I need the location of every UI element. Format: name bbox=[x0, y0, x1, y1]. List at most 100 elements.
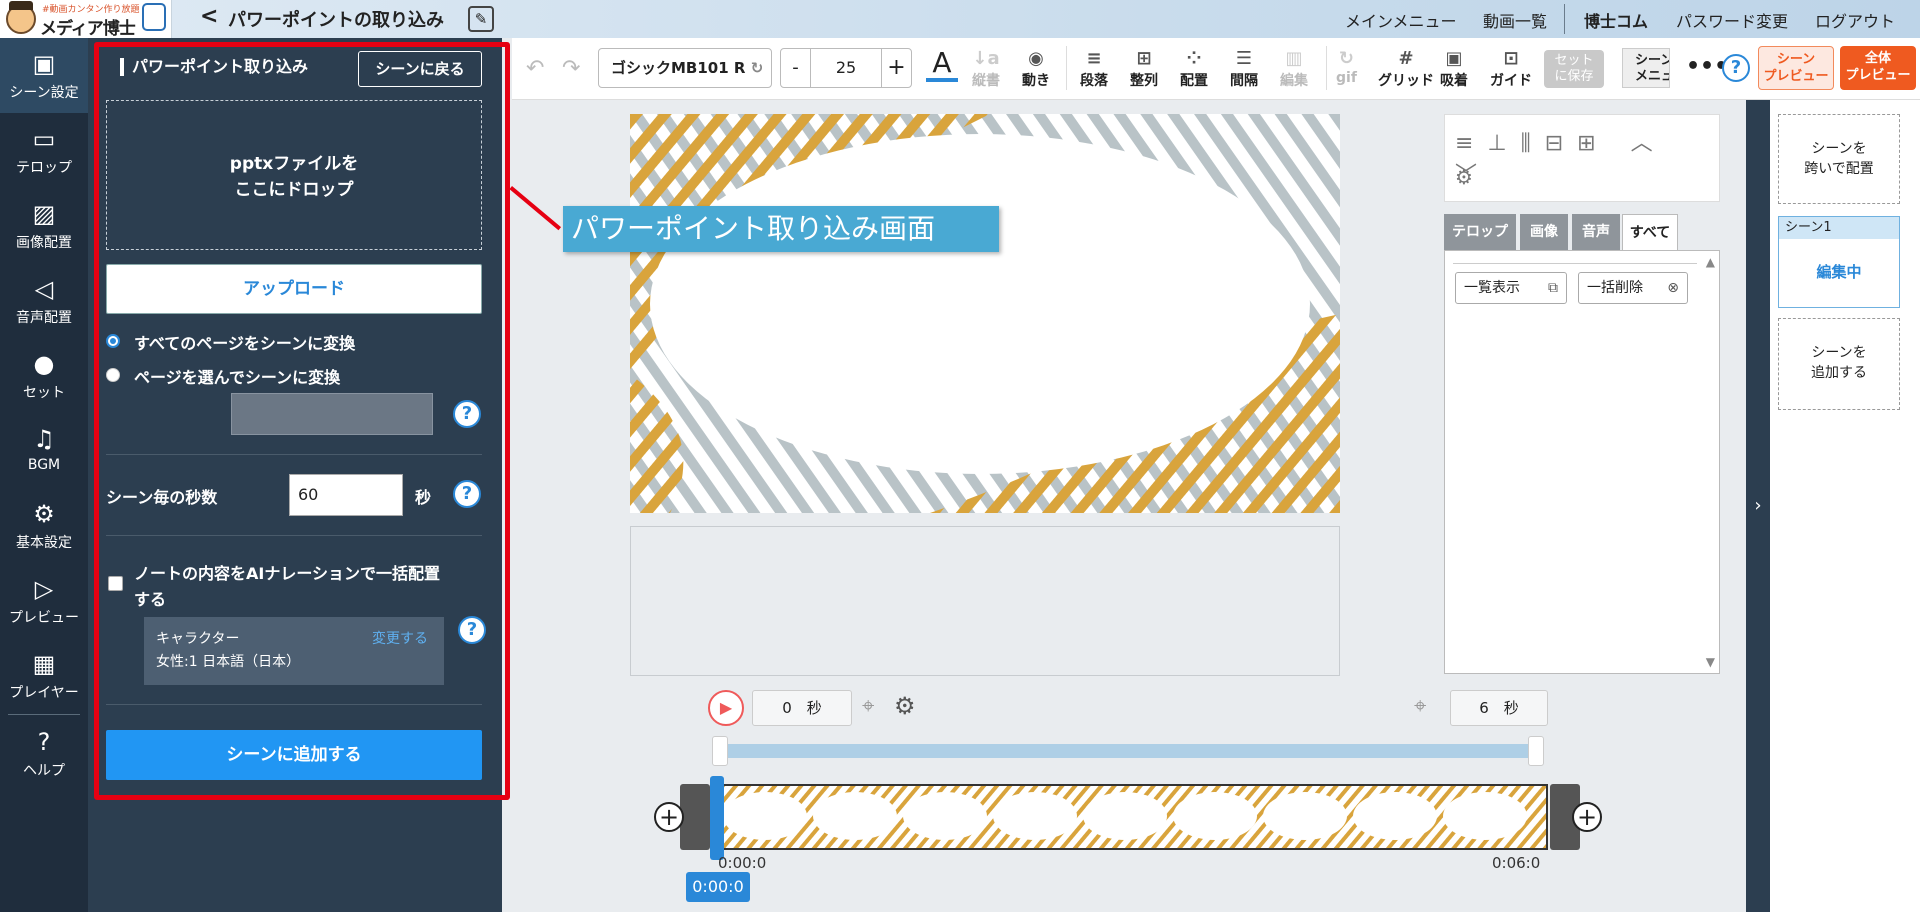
character-change-link[interactable]: 変更する bbox=[372, 628, 428, 648]
nav-password-change[interactable]: パスワード変更 bbox=[1676, 8, 1788, 32]
align-icons[interactable]: ≡⊥⫼⊟⊞ ︿ ﹀ bbox=[1455, 125, 1719, 189]
spacing-icon: ☰ bbox=[1235, 48, 1253, 69]
full-preview-button[interactable]: 全体 プレビュー bbox=[1840, 46, 1916, 90]
guide-button[interactable]: ⊡ ガイド bbox=[1490, 48, 1532, 90]
playhead[interactable] bbox=[710, 776, 724, 860]
nav-hakase-com[interactable]: 博士コム bbox=[1584, 8, 1648, 32]
add-left-icon[interactable]: + bbox=[654, 802, 684, 832]
ai-narration-label-1[interactable]: ノートの内容をAIナレーションで一括配置 bbox=[134, 560, 440, 584]
nav-video-list[interactable]: 動画一覧 bbox=[1483, 8, 1547, 32]
font-size-stepper[interactable]: - 25 + bbox=[780, 48, 912, 88]
edit-button[interactable]: ▥ 編集 bbox=[1280, 48, 1308, 90]
vertical-text-icon: ↓a bbox=[972, 48, 1000, 69]
range-start-handle[interactable] bbox=[712, 736, 728, 766]
page-select-input[interactable] bbox=[231, 393, 433, 435]
tab-image[interactable]: 画像 bbox=[1520, 214, 1568, 250]
font-size-value[interactable]: 25 bbox=[811, 49, 881, 87]
grid-button[interactable]: # グリッド bbox=[1378, 48, 1434, 90]
seconds-per-scene-label: シーン毎の秒数 bbox=[106, 488, 218, 507]
help-icon[interactable]: ? bbox=[453, 400, 481, 428]
sidebar-item-telop[interactable]: ▭ テロップ bbox=[0, 113, 88, 188]
pptx-drop-zone[interactable]: pptxファイルを ここにドロップ bbox=[106, 100, 482, 250]
font-select[interactable]: ゴシックMB101 R ↻ bbox=[598, 48, 772, 88]
external-link-icon: ⧉ bbox=[1548, 280, 1558, 296]
help-icon[interactable]: ? bbox=[458, 616, 486, 644]
tab-telop[interactable]: テロップ bbox=[1444, 214, 1516, 250]
tab-all[interactable]: すべて bbox=[1622, 214, 1678, 250]
filmstrip-left-handle[interactable] bbox=[680, 784, 710, 850]
sidebar-item-bgm[interactable]: ♫ BGM bbox=[0, 413, 88, 488]
end-time-box[interactable]: 6 秒 bbox=[1450, 690, 1548, 726]
radio-all-pages-label[interactable]: すべてのページをシーンに変換 bbox=[134, 330, 355, 354]
add-scene-button[interactable]: シーンを 追加する bbox=[1778, 318, 1900, 410]
sidebar-item-preview[interactable]: ▷ プレビュー bbox=[0, 563, 88, 638]
add-to-scene-button[interactable]: シーンに追加する bbox=[106, 730, 482, 780]
undo-icon[interactable]: ↶ bbox=[526, 56, 544, 81]
list-view-button[interactable]: 一覧表示 ⧉ bbox=[1455, 272, 1567, 304]
filmstrip[interactable] bbox=[718, 784, 1548, 850]
scene-preview-button[interactable]: シーン プレビュー bbox=[1758, 46, 1834, 90]
seconds-per-scene-input[interactable]: 60 bbox=[289, 474, 403, 516]
scroll-up-icon[interactable]: ▲ bbox=[1706, 255, 1715, 269]
vertical-text-button[interactable]: ↓a 縦書 bbox=[972, 48, 1000, 90]
radio-all-pages[interactable] bbox=[106, 334, 120, 348]
start-time-box[interactable]: 0 秒 bbox=[752, 690, 852, 726]
scene-card-1[interactable]: シーン1 編集中 bbox=[1778, 216, 1900, 308]
scene-card-label: シーン1 bbox=[1779, 217, 1899, 239]
scene-menu-button[interactable]: シーンメニュー bbox=[1622, 48, 1670, 88]
spacing-button[interactable]: ☰ 間隔 bbox=[1230, 48, 1258, 90]
back-chevron-icon[interactable]: < bbox=[200, 4, 224, 32]
arrange-button[interactable]: ⁘ 配置 bbox=[1180, 48, 1208, 90]
help-icon[interactable]: ? bbox=[1722, 54, 1750, 82]
timeline-range-bar[interactable] bbox=[722, 744, 1536, 758]
range-end-handle[interactable] bbox=[1528, 736, 1544, 766]
sidebar-item-basic-settings[interactable]: ⚙ 基本設定 bbox=[0, 488, 88, 563]
help-icon[interactable]: ? bbox=[453, 480, 481, 508]
nav-separator bbox=[1564, 4, 1565, 34]
align-button[interactable]: ⊞ 整列 bbox=[1130, 48, 1158, 90]
layer-list-panel: ▲ ▼ bbox=[1444, 250, 1720, 674]
nav-logout[interactable]: ログアウト bbox=[1815, 8, 1895, 32]
sidebar-item-scene-settings[interactable]: ▣ シーン設定 bbox=[0, 38, 88, 113]
filmstrip-thumbnails bbox=[720, 786, 1546, 848]
font-size-plus[interactable]: + bbox=[881, 49, 911, 87]
sidebar-item-image[interactable]: ▨ 画像配置 bbox=[0, 188, 88, 263]
paragraph-button[interactable]: ≡ 段落 bbox=[1080, 48, 1108, 90]
bulk-delete-button[interactable]: 一括削除 ⊗ bbox=[1578, 272, 1688, 304]
radio-select-pages[interactable] bbox=[106, 368, 120, 382]
guide-icon: ⊡ bbox=[1503, 48, 1519, 69]
save-set-button[interactable]: セット に保存 bbox=[1544, 50, 1604, 88]
span-scenes-button[interactable]: シーンを 跨いで配置 bbox=[1778, 114, 1900, 204]
map-pin-icon[interactable]: ⌖ bbox=[862, 694, 874, 719]
expand-chevron-icon[interactable]: › bbox=[1746, 100, 1770, 912]
font-size-minus[interactable]: - bbox=[781, 49, 811, 87]
upload-button[interactable]: アップロード bbox=[106, 264, 482, 314]
gif-refresh-icon: ↻ bbox=[1338, 48, 1354, 69]
redo-icon[interactable]: ↷ bbox=[562, 56, 580, 81]
radio-select-pages-label[interactable]: ページを選んでシーンに変換 bbox=[134, 364, 340, 388]
logo[interactable]: #動画カンタン作り放題 メディア博士 bbox=[0, 0, 172, 39]
text-color-icon[interactable]: A bbox=[926, 46, 958, 82]
play-button[interactable]: ▶ bbox=[708, 690, 744, 726]
gif-button[interactable]: ↻ gif bbox=[1336, 48, 1357, 86]
snap-button[interactable]: ▣ 吸着 bbox=[1440, 48, 1468, 90]
scene-canvas[interactable] bbox=[630, 114, 1340, 513]
gear-icon[interactable]: ⚙ bbox=[894, 692, 916, 720]
motion-button[interactable]: ◉ 動き bbox=[1022, 48, 1050, 90]
sidebar-item-help[interactable]: ? ヘルプ bbox=[0, 716, 88, 791]
sidebar-item-audio[interactable]: ◁ 音声配置 bbox=[0, 263, 88, 338]
map-pin-icon[interactable]: ⌖ bbox=[1414, 694, 1426, 719]
nav-main-menu[interactable]: メインメニュー bbox=[1345, 8, 1457, 32]
sidebar-item-set[interactable]: ● セット bbox=[0, 338, 88, 413]
scene-notes-area[interactable] bbox=[630, 526, 1340, 676]
gear-icon[interactable]: ⚙ bbox=[1455, 165, 1473, 189]
sidebar-item-player[interactable]: ▦ プレイヤー bbox=[0, 638, 88, 713]
edit-pencil-icon[interactable]: ✎ bbox=[468, 6, 494, 32]
add-right-icon[interactable]: + bbox=[1572, 802, 1602, 832]
scroll-down-icon[interactable]: ▼ bbox=[1706, 655, 1715, 669]
back-to-scene-button[interactable]: シーンに戻る bbox=[358, 51, 482, 87]
tab-audio[interactable]: 音声 bbox=[1572, 214, 1620, 250]
panel-title: パワーポイント取り込み bbox=[120, 58, 308, 76]
ai-narration-checkbox[interactable] bbox=[108, 576, 123, 591]
ai-narration-label-2[interactable]: する bbox=[134, 586, 166, 610]
